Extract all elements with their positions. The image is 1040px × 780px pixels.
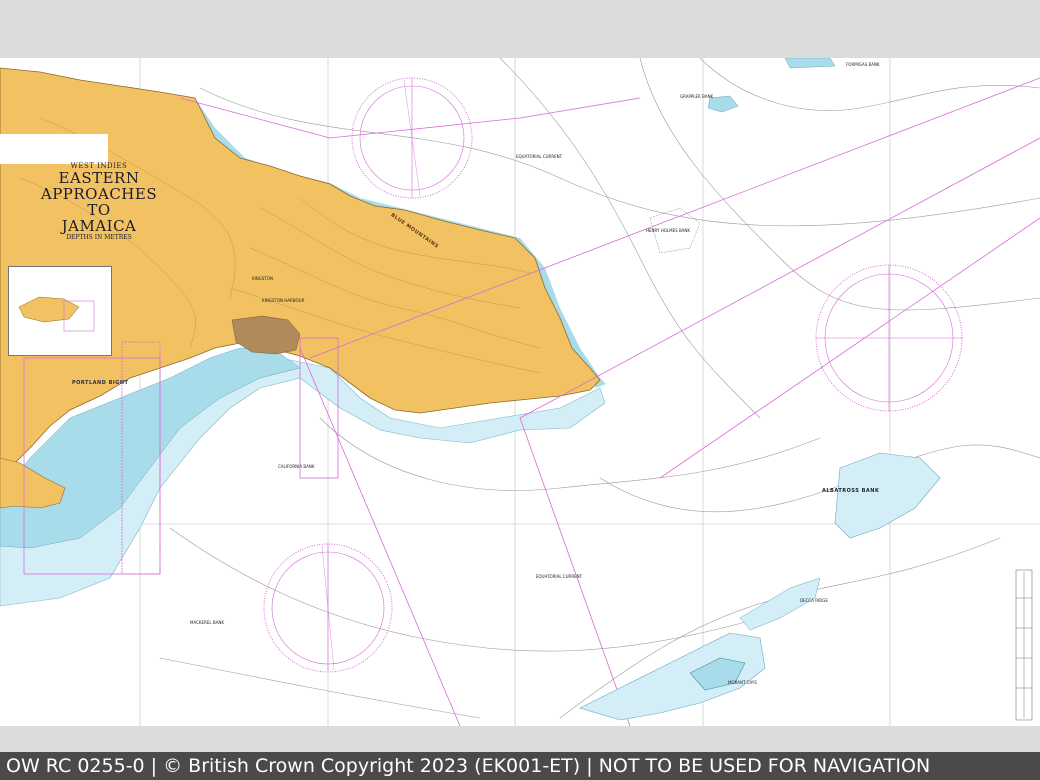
title-line2: TO (87, 201, 111, 219)
label-equatorial-current-south: EQUATORIAL CURRENT (536, 574, 583, 579)
label-mackerel-bank: MACKEREL BANK (190, 620, 224, 625)
label-portland-bight: PORTLAND BIGHT (72, 380, 129, 386)
label-equatorial-current-north: EQUATORIAL CURRENT (516, 154, 563, 159)
compass-rose-north (351, 77, 473, 199)
scale-bar (1015, 569, 1033, 721)
albatross-bank (834, 452, 941, 539)
chart-title-block: WEST INDIES EASTERN APPROACHES TO JAMAIC… (6, 162, 192, 241)
inset-map (8, 266, 112, 356)
title-card-blank (0, 134, 108, 164)
title-line1: EASTERN APPROACHES (40, 169, 158, 203)
label-kingston: KINGSTON (252, 276, 274, 281)
label-formigas-bank: FORMIGAS BANK (846, 62, 880, 67)
label-henry-holmes-bank: HENRY HOLMES BANK (646, 228, 691, 233)
label-california-bank: CALIFORNIA BANK (278, 464, 315, 469)
copyright-footer: OW RC 0255-0 | © British Crown Copyright… (0, 752, 1040, 780)
label-kingston-harbour: KINGSTON HARBOUR (262, 298, 305, 303)
top-margin (0, 0, 1040, 58)
title-depths: DEPTHS IN METRES (66, 234, 132, 241)
label-morant-cays: MORANT CAYS (728, 680, 757, 685)
label-decca-ridge: DECCA RIDGE (800, 598, 828, 603)
label-albatross-bank: ALBATROSS BANK (822, 488, 880, 494)
compass-rose-east (815, 264, 963, 412)
morant-cays-bank (579, 577, 821, 721)
title-line3: JAMAICA (61, 217, 137, 235)
nautical-chart[interactable]: WEST INDIES EASTERN APPROACHES TO JAMAIC… (0, 58, 1040, 726)
label-grappler-bank: GRAPPLER BANK (680, 94, 714, 99)
compass-rose-south (263, 543, 393, 673)
formigas-bank-shoal (784, 58, 836, 69)
bottom-margin (0, 726, 1040, 752)
